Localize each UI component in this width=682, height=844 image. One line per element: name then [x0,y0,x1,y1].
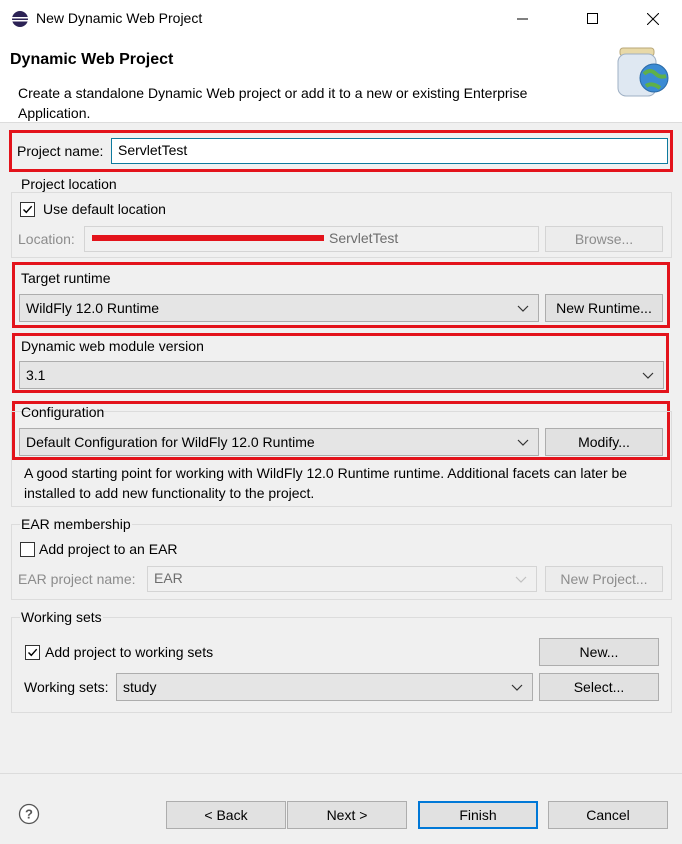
ear-project-name-value: EAR [154,570,183,586]
close-icon [647,13,659,25]
web-module-version-group-label: Dynamic web module version [21,338,204,354]
project-name-input[interactable]: ServletTest [111,138,668,164]
ear-membership-group-label: EAR membership [20,516,132,532]
minimize-button[interactable] [500,0,546,38]
location-value: ServletTest [329,230,399,246]
chevron-down-icon [515,576,527,583]
minimize-icon [517,18,528,20]
window-title: New Dynamic Web Project [36,10,203,26]
cancel-button[interactable]: Cancel [548,801,668,829]
new-runtime-button[interactable]: New Runtime... [545,294,663,322]
project-location-group-label: Project location [20,176,118,192]
use-default-location-label: Use default location [43,201,166,217]
page-description: Create a standalone Dynamic Web project … [18,85,528,121]
add-to-ear-checkbox[interactable] [20,542,35,557]
use-default-location-checkbox[interactable] [20,202,35,217]
add-to-ear-label: Add project to an EAR [39,541,178,557]
ear-project-name-select: EAR [147,566,537,592]
target-runtime-select[interactable]: WildFly 12.0 Runtime [19,294,539,322]
maximize-icon [587,13,598,24]
target-runtime-value: WildFly 12.0 Runtime [26,300,160,316]
working-sets-select[interactable]: study [116,673,533,701]
checkmark-icon [23,205,33,214]
ear-project-name-label: EAR project name: [18,571,136,587]
next-button[interactable]: Next > [287,801,407,829]
new-ear-project-button[interactable]: New Project... [545,566,663,592]
select-working-sets-button[interactable]: Select... [539,673,659,701]
close-button[interactable] [630,0,676,38]
chevron-down-icon [511,684,523,691]
web-module-version-select[interactable]: 3.1 [19,361,664,389]
maximize-button[interactable] [570,0,616,38]
add-to-working-sets-label: Add project to working sets [45,644,214,660]
configuration-select[interactable]: Default Configuration for WildFly 12.0 R… [19,428,539,456]
back-button[interactable]: < Back [166,801,286,829]
configuration-description: A good starting point for working with W… [24,465,628,501]
working-sets-value: study [123,679,157,695]
chevron-down-icon [642,372,654,379]
add-to-working-sets-checkbox[interactable] [25,645,40,660]
redaction-mark [92,235,324,241]
chevron-down-icon [517,439,529,446]
working-sets-label: Working sets: [24,679,109,695]
project-name-label: Project name: [17,143,104,159]
configuration-group-label: Configuration [21,404,105,420]
page-title: Dynamic Web Project [10,51,174,68]
chevron-down-icon [517,305,529,312]
finish-button[interactable]: Finish [418,801,538,829]
help-icon[interactable]: ? [18,803,40,825]
svg-text:?: ? [25,807,33,822]
new-working-set-button[interactable]: New... [539,638,659,666]
working-sets-group-label: Working sets [20,609,103,625]
browse-button[interactable]: Browse... [545,226,663,252]
target-runtime-group-label: Target runtime [21,270,111,286]
location-label: Location: [18,231,75,247]
eclipse-app-icon [11,11,29,27]
web-module-version-value: 3.1 [26,367,46,383]
checkmark-icon [28,648,38,657]
web-project-banner-icon [617,47,669,97]
modify-button[interactable]: Modify... [545,428,663,456]
configuration-value: Default Configuration for WildFly 12.0 R… [26,434,315,450]
